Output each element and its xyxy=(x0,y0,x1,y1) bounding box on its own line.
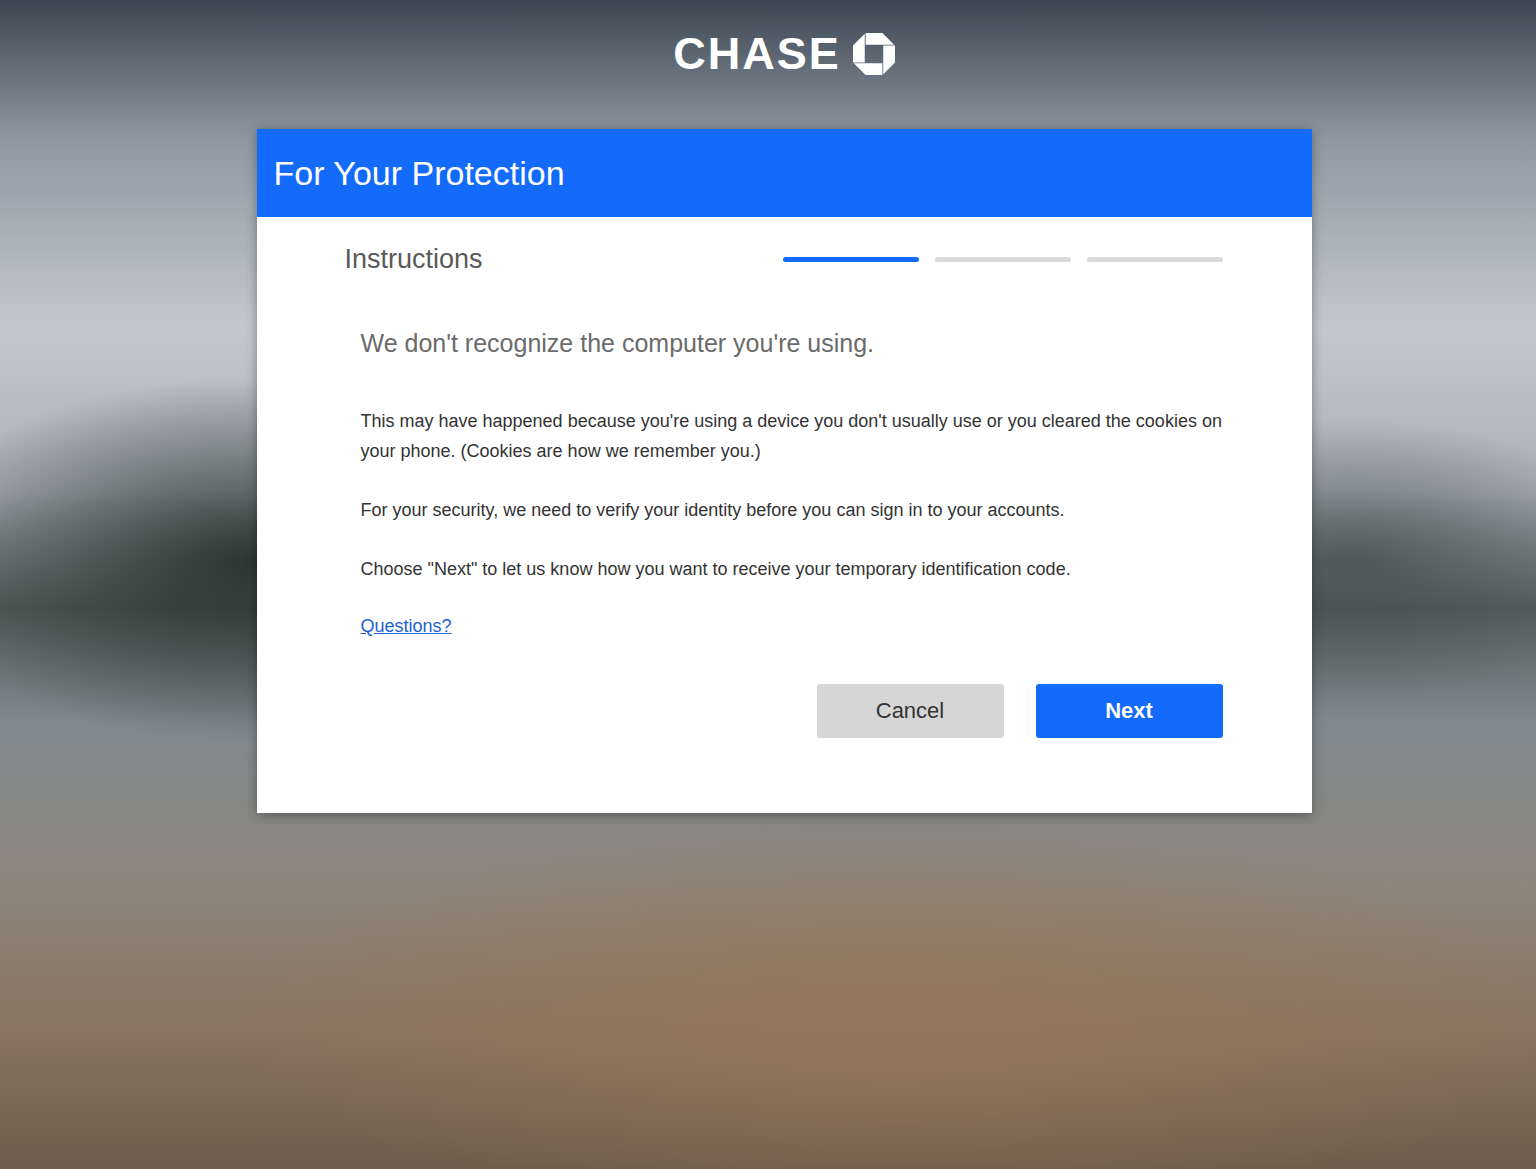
step-row: Instructions xyxy=(345,241,1223,277)
dialog-title: For Your Protection xyxy=(274,154,565,193)
step-label: Instructions xyxy=(345,244,483,275)
cancel-button[interactable]: Cancel xyxy=(817,684,1004,738)
questions-link[interactable]: Questions? xyxy=(361,611,452,641)
button-row: Cancel Next xyxy=(345,684,1223,738)
brand-name: CHASE xyxy=(673,32,841,76)
paragraph: Choose "Next" to let us know how you wan… xyxy=(361,554,1223,584)
octagon-logo-icon xyxy=(853,33,895,75)
progress-step xyxy=(783,257,919,262)
progress-step xyxy=(935,257,1071,262)
instructions: We don't recognize the computer you're u… xyxy=(345,327,1223,641)
heading: We don't recognize the computer you're u… xyxy=(361,327,1223,359)
next-button[interactable]: Next xyxy=(1036,684,1223,738)
dialog-header: For Your Protection xyxy=(257,129,1312,217)
paragraph: For your security, we need to verify you… xyxy=(361,495,1223,525)
progress-steps xyxy=(783,257,1223,262)
dialog-body: Instructions We don't recognize the compu… xyxy=(257,217,1312,813)
progress-step xyxy=(1087,257,1223,262)
protection-dialog: For Your Protection Instructions We don't … xyxy=(257,129,1312,813)
chase-logo: CHASE xyxy=(673,32,895,76)
paragraph: This may have happened because you're us… xyxy=(361,406,1223,466)
sign-in-page: CHASE For Your Protection Instructions We d… xyxy=(0,0,1536,1169)
